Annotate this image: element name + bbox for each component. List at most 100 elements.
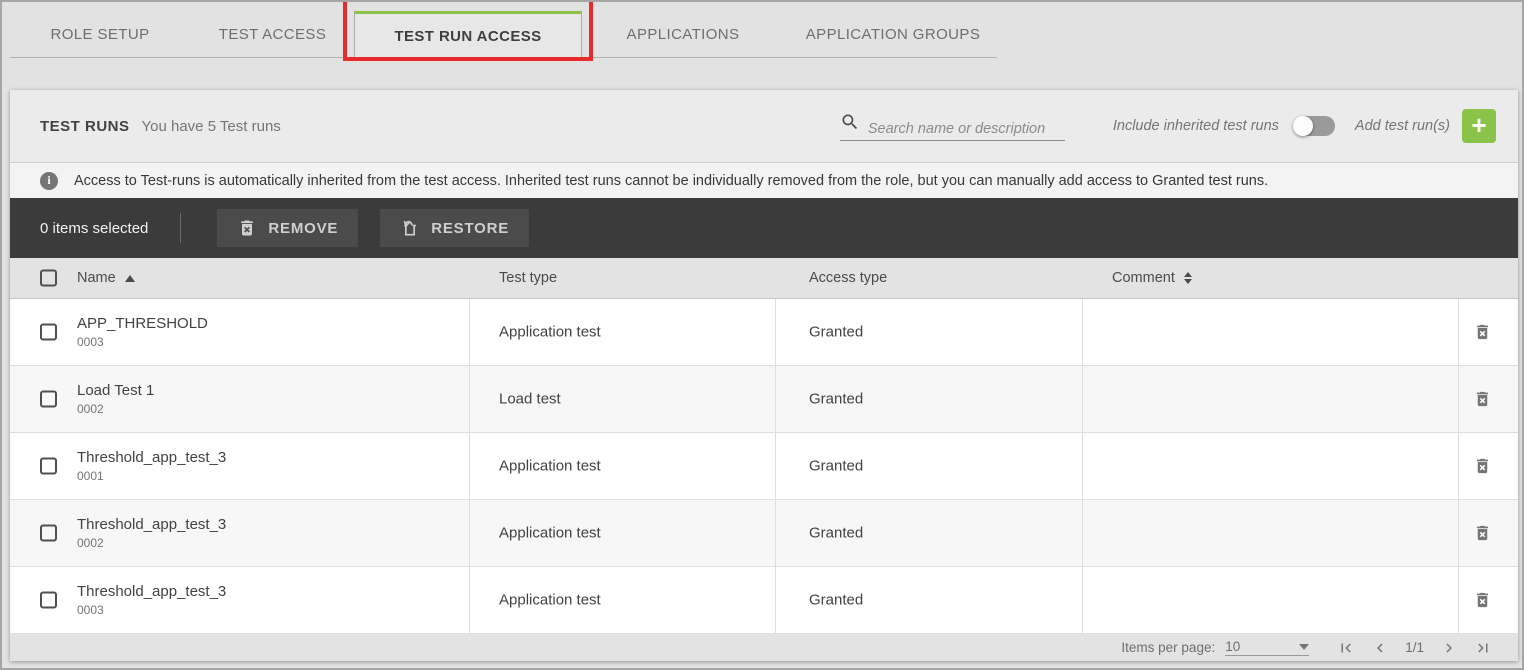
column-divider — [1082, 500, 1083, 566]
first-page-button[interactable] — [1329, 639, 1363, 657]
page-indicator: 1/1 — [1405, 640, 1424, 655]
search-icon — [840, 112, 868, 137]
test-run-name: Threshold_app_test_3 — [77, 583, 226, 600]
test-run-id: 0002 — [77, 536, 226, 550]
table-row: Load Test 1 0002 Load test Granted — [10, 366, 1518, 433]
test-run-name: APP_THRESHOLD — [77, 315, 208, 332]
row-delete-button[interactable] — [1473, 591, 1492, 610]
panel-title: TEST RUNS — [40, 118, 130, 135]
column-divider — [1458, 567, 1459, 633]
column-header-name[interactable]: Name — [77, 270, 135, 286]
sort-both-icon — [1184, 272, 1192, 284]
page-navigation: 1/1 — [1329, 639, 1500, 657]
row-delete-button[interactable] — [1473, 323, 1492, 342]
column-divider — [469, 299, 470, 365]
tab-applications[interactable]: APPLICATIONS — [598, 10, 768, 58]
info-icon: i — [40, 172, 58, 190]
row-checkbox[interactable] — [40, 458, 57, 475]
plus-icon: + — [1471, 110, 1486, 140]
test-type-cell: Application test — [499, 525, 601, 542]
row-delete-button[interactable] — [1473, 390, 1492, 409]
row-checkbox[interactable] — [40, 525, 57, 542]
test-type-cell: Load test — [499, 391, 561, 408]
info-bar-text: Access to Test-runs is automatically inh… — [74, 173, 1268, 189]
tab-test-run-access[interactable]: TEST RUN ACCESS — [354, 11, 582, 58]
name-cell: Threshold_app_test_3 0002 — [77, 516, 226, 550]
test-type-cell: Application test — [499, 592, 601, 609]
name-cell: Threshold_app_test_3 0001 — [77, 449, 226, 483]
access-type-cell: Granted — [809, 391, 863, 408]
include-inherited-toggle[interactable] — [1293, 116, 1335, 136]
column-divider — [1458, 366, 1459, 432]
column-divider — [775, 567, 776, 633]
column-divider — [775, 433, 776, 499]
search-box[interactable] — [840, 112, 1065, 141]
add-test-run-button[interactable]: + — [1462, 109, 1496, 143]
search-input[interactable] — [868, 121, 1065, 137]
column-divider — [1082, 567, 1083, 633]
previous-page-button[interactable] — [1363, 639, 1397, 657]
row-checkbox[interactable] — [40, 391, 57, 408]
column-divider — [1082, 299, 1083, 365]
row-delete-button[interactable] — [1473, 457, 1492, 476]
table-row: Threshold_app_test_3 0002 Application te… — [10, 500, 1518, 567]
select-all-checkbox[interactable] — [40, 270, 57, 287]
access-type-cell: Granted — [809, 324, 863, 341]
toggle-knob — [1293, 116, 1313, 136]
items-per-page-value: 10 — [1225, 639, 1240, 654]
name-cell: APP_THRESHOLD 0003 — [77, 315, 208, 349]
test-run-id: 0001 — [77, 469, 226, 483]
row-delete-button[interactable] — [1473, 524, 1492, 543]
access-type-cell: Granted — [809, 525, 863, 542]
access-type-cell: Granted — [809, 458, 863, 475]
test-run-id: 0002 — [77, 402, 154, 416]
test-run-name: Load Test 1 — [77, 382, 154, 399]
tab-test-access[interactable]: TEST ACCESS — [190, 10, 355, 58]
test-runs-panel: TEST RUNS You have 5 Test runs Include i… — [10, 90, 1518, 661]
column-divider — [775, 299, 776, 365]
column-divider — [775, 366, 776, 432]
test-run-id: 0003 — [77, 335, 208, 349]
restore-button[interactable]: RESTORE — [380, 209, 529, 247]
column-header-test-type[interactable]: Test type — [499, 270, 557, 286]
panel-subtitle: You have 5 Test runs — [142, 118, 281, 135]
column-divider — [469, 366, 470, 432]
table-header-row: Name Test type Access type Comment — [10, 258, 1518, 299]
column-header-comment-label: Comment — [1112, 270, 1175, 286]
test-run-id: 0003 — [77, 603, 226, 617]
restore-button-label: RESTORE — [431, 220, 509, 237]
remove-button[interactable]: REMOVE — [217, 209, 358, 247]
table-row: APP_THRESHOLD 0003 Application test Gran… — [10, 299, 1518, 366]
info-bar: i Access to Test-runs is automatically i… — [10, 162, 1518, 198]
paginator: Items per page: 10 1/1 — [10, 634, 1518, 661]
items-per-page-label: Items per page: — [1121, 640, 1215, 655]
remove-button-label: REMOVE — [268, 220, 338, 237]
name-cell: Threshold_app_test_3 0003 — [77, 583, 226, 617]
tab-role-setup[interactable]: ROLE SETUP — [10, 10, 190, 58]
next-page-button[interactable] — [1432, 639, 1466, 657]
column-header-access-type[interactable]: Access type — [809, 270, 887, 286]
row-checkbox[interactable] — [40, 592, 57, 609]
items-per-page-select[interactable]: 10 — [1225, 639, 1309, 656]
panel-header: TEST RUNS You have 5 Test runs Include i… — [10, 90, 1518, 162]
last-page-button[interactable] — [1466, 639, 1500, 657]
tab-application-groups[interactable]: APPLICATION GROUPS — [768, 10, 1018, 58]
column-header-comment[interactable]: Comment — [1112, 270, 1192, 286]
selection-toolbar: 0 items selected REMOVE RESTORE — [10, 198, 1518, 258]
column-divider — [1458, 299, 1459, 365]
table-row: Threshold_app_test_3 0003 Application te… — [10, 567, 1518, 634]
table-row: Threshold_app_test_3 0001 Application te… — [10, 433, 1518, 500]
row-checkbox[interactable] — [40, 324, 57, 341]
include-inherited-label: Include inherited test runs — [1113, 118, 1279, 134]
test-type-cell: Application test — [499, 324, 601, 341]
test-run-name: Threshold_app_test_3 — [77, 516, 226, 533]
name-cell: Load Test 1 0002 — [77, 382, 154, 416]
column-header-test-type-label: Test type — [499, 270, 557, 286]
column-divider — [469, 433, 470, 499]
column-divider — [1082, 366, 1083, 432]
restore-trash-icon — [400, 218, 420, 238]
column-divider — [469, 500, 470, 566]
column-divider — [1082, 433, 1083, 499]
selected-count: 0 items selected — [40, 220, 148, 237]
toolbar-divider — [180, 213, 181, 243]
